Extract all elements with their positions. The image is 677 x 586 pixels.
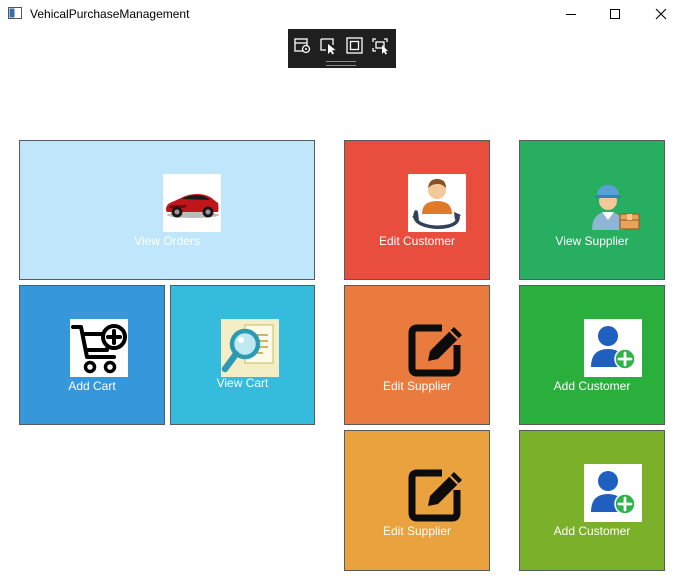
minimize-button[interactable] [548, 0, 594, 28]
add-user-icon [584, 319, 642, 377]
toolbar-grip[interactable] [326, 61, 356, 66]
track-focused-element-icon[interactable] [371, 37, 391, 55]
edit-icon [408, 319, 466, 377]
view-orders-tile[interactable]: View Orders [19, 140, 315, 280]
tile-label: Edit Customer [378, 234, 456, 248]
app-window-icon [8, 7, 22, 19]
tile-label: Add Customer [553, 379, 631, 393]
tile-label: Edit Supplier [382, 524, 452, 538]
edit-supplier-tile[interactable]: Edit Supplier [344, 285, 490, 425]
cart-add-icon [70, 319, 128, 377]
add-cart-tile[interactable]: Add Cart [19, 285, 165, 425]
edit-supplier-tile-2[interactable]: Edit Supplier [344, 430, 490, 571]
display-layout-adorners-icon[interactable] [345, 37, 365, 55]
tile-label: Edit Supplier [382, 379, 452, 393]
tile-label: View Cart [216, 376, 269, 390]
tile-label: View Orders [134, 234, 200, 248]
delivery-worker-icon [584, 174, 642, 232]
view-cart-tile[interactable]: View Cart [170, 285, 315, 425]
title-bar: VehicalPurchaseManagement [0, 0, 677, 28]
tile-label: Add Cart [68, 379, 116, 393]
maximize-button[interactable] [592, 0, 638, 28]
minimize-icon [566, 14, 576, 15]
window-title: VehicalPurchaseManagement [30, 7, 190, 21]
add-user-icon [584, 464, 642, 522]
tile-label: View Supplier [555, 234, 629, 248]
magnifier-document-icon [221, 319, 279, 377]
select-element-icon[interactable] [319, 37, 339, 55]
add-customer-tile[interactable]: Add Customer [519, 285, 665, 425]
edit-customer-tile[interactable]: Edit Customer [344, 140, 490, 280]
user-sync-icon [408, 174, 466, 232]
live-visual-tree-icon[interactable] [293, 37, 313, 55]
close-icon [655, 8, 667, 20]
close-button[interactable] [638, 0, 677, 28]
car-icon [163, 174, 221, 232]
add-customer-tile-2[interactable]: Add Customer [519, 430, 665, 571]
view-supplier-tile[interactable]: View Supplier [519, 140, 665, 280]
maximize-icon [610, 9, 620, 19]
tile-label: Add Customer [553, 524, 631, 538]
edit-icon [408, 464, 466, 522]
